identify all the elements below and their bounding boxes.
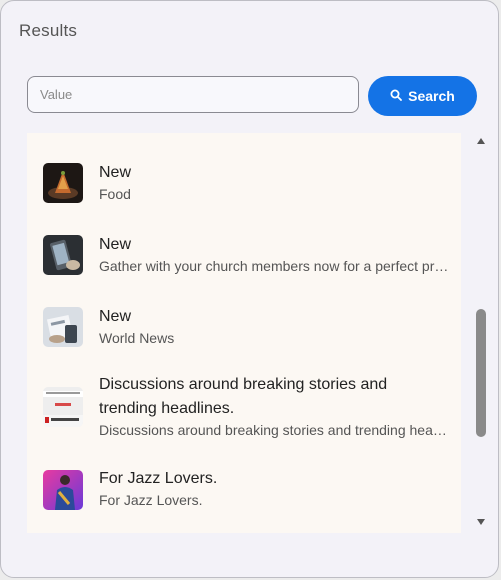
item-subtitle: World News bbox=[99, 330, 175, 346]
jazz-thumbnail-icon bbox=[43, 470, 83, 510]
scrollbar-thumb[interactable] bbox=[476, 309, 486, 437]
item-title: New bbox=[99, 164, 132, 181]
item-title: New bbox=[99, 236, 132, 253]
scroll-down-icon[interactable] bbox=[477, 519, 485, 525]
list-item[interactable]: For Jazz Lovers. For Jazz Lovers. bbox=[27, 465, 461, 521]
news-thumbnail-icon bbox=[43, 307, 83, 347]
results-list: New Food New Gather with your church mem… bbox=[27, 133, 461, 533]
list-item[interactable]: New Food bbox=[27, 157, 461, 213]
search-input[interactable] bbox=[27, 76, 359, 113]
item-subtitle: Food bbox=[99, 186, 131, 202]
item-subtitle: Discussions around breaking stories and … bbox=[99, 422, 447, 438]
search-button-label: Search bbox=[408, 88, 455, 104]
search-button[interactable]: Search bbox=[368, 76, 477, 116]
item-title: Discussions around breaking stories and … bbox=[99, 376, 388, 417]
item-title: For Jazz Lovers. bbox=[99, 470, 218, 487]
scrollbar[interactable] bbox=[473, 133, 489, 529]
list-item[interactable]: Discussions around breaking stories and … bbox=[27, 373, 461, 445]
scroll-up-icon[interactable] bbox=[477, 138, 485, 144]
phone-thumbnail-icon bbox=[43, 235, 83, 275]
results-dialog: Results Search New Food bbox=[0, 0, 499, 578]
newspaper-thumbnail-icon bbox=[43, 387, 83, 427]
dialog-title: Results bbox=[19, 21, 78, 40]
search-row: Search bbox=[27, 76, 477, 116]
item-subtitle: Gather with your church members now for … bbox=[99, 258, 449, 274]
item-title: New bbox=[99, 308, 132, 325]
search-icon bbox=[390, 88, 403, 104]
list-item[interactable]: New World News bbox=[27, 301, 461, 357]
item-subtitle: For Jazz Lovers. bbox=[99, 492, 203, 508]
list-item[interactable]: New Gather with your church members now … bbox=[27, 229, 461, 285]
food-thumbnail-icon bbox=[43, 163, 83, 203]
